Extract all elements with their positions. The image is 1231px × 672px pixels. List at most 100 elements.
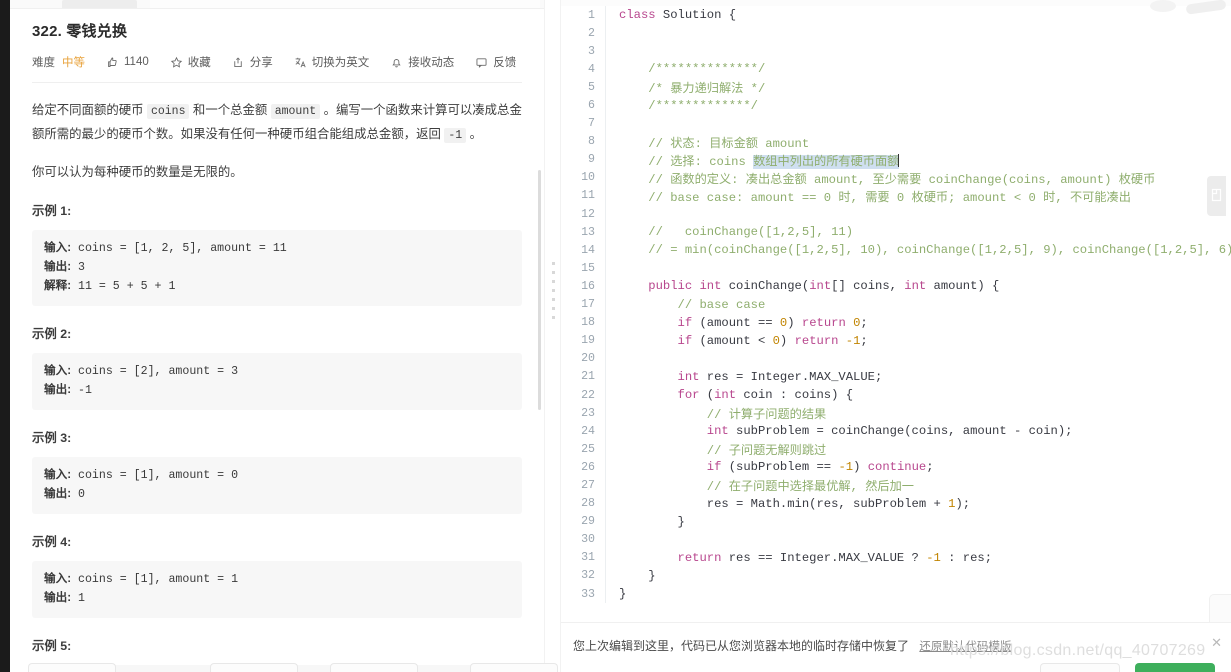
code-line[interactable]: 29 } bbox=[561, 512, 1231, 531]
code-line-text: public int coinChange(int[] coins, int a… bbox=[616, 279, 999, 293]
bottom-button-1[interactable] bbox=[28, 663, 116, 672]
code-line[interactable]: 25 // 子问题无解则跳过 bbox=[561, 440, 1231, 459]
code-token: ) bbox=[853, 460, 868, 475]
code-line[interactable]: 27 // 在子问题中选择最优解, 然后加一 bbox=[561, 476, 1231, 495]
code-line[interactable]: 11 // base case: amount == 0 时, 需要 0 枚硬币… bbox=[561, 186, 1231, 206]
panel-tabbar bbox=[10, 0, 544, 9]
gutter-separator bbox=[605, 512, 616, 531]
bottom-button-3[interactable] bbox=[330, 663, 418, 672]
like-count: 1140 bbox=[124, 56, 149, 68]
line-number: 12 bbox=[581, 207, 595, 221]
code-token: : res; bbox=[940, 550, 993, 565]
code-line[interactable]: 17 // base case bbox=[561, 295, 1231, 314]
code-line[interactable]: 8 // 状态: 目标金额 amount bbox=[561, 132, 1231, 151]
line-number: 31 bbox=[581, 551, 595, 565]
line-number: 22 bbox=[581, 388, 595, 402]
gutter-separator bbox=[605, 530, 616, 549]
code-token: -1 bbox=[838, 460, 854, 475]
gutter-separator bbox=[605, 168, 616, 187]
code-line[interactable]: 5 /* 暴力递归解法 */ bbox=[561, 78, 1231, 97]
code-line[interactable]: 22 for (int coin : coins) { bbox=[561, 385, 1231, 405]
notes-side-handle[interactable] bbox=[1207, 176, 1226, 216]
code-line[interactable]: 10 // 函数的定义: 凑出总金额 amount, 至少需要 coinChan… bbox=[561, 168, 1231, 187]
code-token: if bbox=[619, 315, 693, 330]
description-scrollbar[interactable] bbox=[538, 170, 541, 410]
code-line[interactable]: 30 bbox=[561, 530, 1231, 549]
gutter-separator bbox=[605, 476, 616, 495]
code-line[interactable]: 13 // coinChange([1,2,5], 11) bbox=[561, 223, 1231, 242]
code-token: public bbox=[619, 279, 693, 294]
code-line[interactable]: 4 /**************/ bbox=[561, 60, 1231, 79]
code-line[interactable]: 3 bbox=[561, 42, 1231, 61]
code-line[interactable]: 32 } bbox=[561, 566, 1231, 585]
submit-button[interactable] bbox=[1135, 663, 1215, 672]
feedback-button[interactable]: 反馈 bbox=[475, 54, 516, 70]
code-token: // base case: amount == 0 时, 需要 0 枚硬币; a… bbox=[619, 190, 1131, 205]
code-line[interactable]: 23 // 计算子问题的结果 bbox=[561, 404, 1231, 423]
code-line[interactable]: 16 public int coinChange(int[] coins, in… bbox=[561, 277, 1231, 296]
gutter-separator bbox=[605, 114, 616, 133]
bottom-button-2[interactable] bbox=[210, 663, 298, 672]
share-button[interactable]: 分享 bbox=[232, 54, 273, 70]
code-token: ; bbox=[860, 315, 868, 330]
line-number: 33 bbox=[581, 587, 595, 601]
code-token: amount) { bbox=[926, 279, 1000, 294]
code-line[interactable]: 9 // 选择: coins 数组中列出的所有硬币面额 bbox=[561, 150, 1231, 169]
code-token: -1 bbox=[845, 333, 861, 348]
code-token: for bbox=[619, 388, 700, 403]
gutter-separator bbox=[605, 277, 616, 296]
bottom-action-bar bbox=[10, 663, 558, 672]
run-code-button[interactable] bbox=[1040, 663, 1120, 672]
code-line-text: // base case: amount == 0 时, 需要 0 枚硬币; a… bbox=[616, 187, 1131, 205]
code-line[interactable]: 21 int res = Integer.MAX_VALUE; bbox=[561, 367, 1231, 386]
example-label: 示例 3: bbox=[32, 431, 72, 445]
code-token: res = Math.min(res, subProblem + bbox=[619, 496, 949, 511]
close-icon[interactable]: ✕ bbox=[1211, 636, 1222, 649]
tabbar-empty-area bbox=[150, 0, 540, 8]
code-lines[interactable]: 1 class Solution {2 3 4 /**************/5 /… bbox=[561, 6, 1231, 604]
subscribe-button[interactable]: 接收动态 bbox=[390, 54, 454, 70]
tab-description[interactable] bbox=[62, 0, 137, 8]
code-line[interactable]: 31 return res == Integer.MAX_VALUE ? -1 … bbox=[561, 548, 1231, 567]
favorite-button[interactable]: 收藏 bbox=[170, 54, 211, 70]
gutter-separator bbox=[605, 385, 616, 405]
code-line-text: // 函数的定义: 凑出总金额 amount, 至少需要 coinChange(… bbox=[616, 169, 1155, 187]
description-paragraph: 你可以认为每种硬币的数量是无限的。 bbox=[32, 165, 243, 179]
code-editor-panel: 1 class Solution {2 3 4 /**************/5 /… bbox=[561, 0, 1231, 672]
gutter-separator bbox=[605, 422, 616, 441]
bell-icon bbox=[390, 56, 403, 69]
code-line[interactable]: 24 int subProblem = coinChange(coins, am… bbox=[561, 422, 1231, 441]
example-line-key: 输入: bbox=[44, 572, 72, 585]
like-button[interactable]: 1140 bbox=[106, 56, 149, 69]
code-line[interactable]: 26 if (subProblem == -1) continue; bbox=[561, 458, 1231, 477]
code-line[interactable]: 28 res = Math.min(res, subProblem + 1); bbox=[561, 494, 1231, 513]
code-line[interactable]: 14 // = min(coinChange([1,2,5], 10), coi… bbox=[561, 241, 1231, 260]
code-token: res == Integer.MAX_VALUE ? bbox=[721, 550, 927, 565]
line-number: 27 bbox=[581, 478, 595, 492]
code-token: // 函数的定义: 凑出总金额 amount, 至少需要 coinChange(… bbox=[619, 172, 1156, 187]
code-line[interactable]: 18 if (amount == 0) return 0; bbox=[561, 313, 1231, 332]
code-line-text: } bbox=[616, 515, 685, 529]
code-editor[interactable]: 1 class Solution {2 3 4 /**************/5 /… bbox=[561, 6, 1231, 620]
example-line-key: 输出: bbox=[44, 383, 72, 396]
code-line[interactable]: 33} bbox=[561, 585, 1231, 604]
star-icon bbox=[170, 56, 183, 69]
code-line[interactable]: 20 bbox=[561, 349, 1231, 368]
code-line[interactable]: 7 bbox=[561, 114, 1231, 133]
panel-splitter[interactable] bbox=[544, 0, 561, 672]
switch-language-button[interactable]: 切换为英文 bbox=[294, 54, 369, 70]
code-line[interactable]: 12 bbox=[561, 205, 1231, 224]
code-line[interactable]: 6 /*************/ bbox=[561, 96, 1231, 115]
code-line[interactable]: 2 bbox=[561, 24, 1231, 43]
code-token: // 子问题无解则跳过 bbox=[619, 444, 827, 459]
bottom-button-4[interactable] bbox=[470, 663, 558, 672]
line-number: 8 bbox=[588, 135, 595, 149]
code-line[interactable]: 19 if (amount < 0) return -1; bbox=[561, 331, 1231, 350]
line-number: 16 bbox=[581, 279, 595, 293]
code-line[interactable]: 1 class Solution { bbox=[561, 6, 1231, 25]
code-token: return bbox=[801, 315, 846, 330]
line-number: 23 bbox=[581, 406, 595, 420]
code-token: if bbox=[619, 333, 693, 348]
code-line[interactable]: 15 bbox=[561, 259, 1231, 278]
problem-meta-row: 难度 中等 1140 收藏 分享 切换为英文 接收动态 反馈 bbox=[32, 54, 522, 70]
